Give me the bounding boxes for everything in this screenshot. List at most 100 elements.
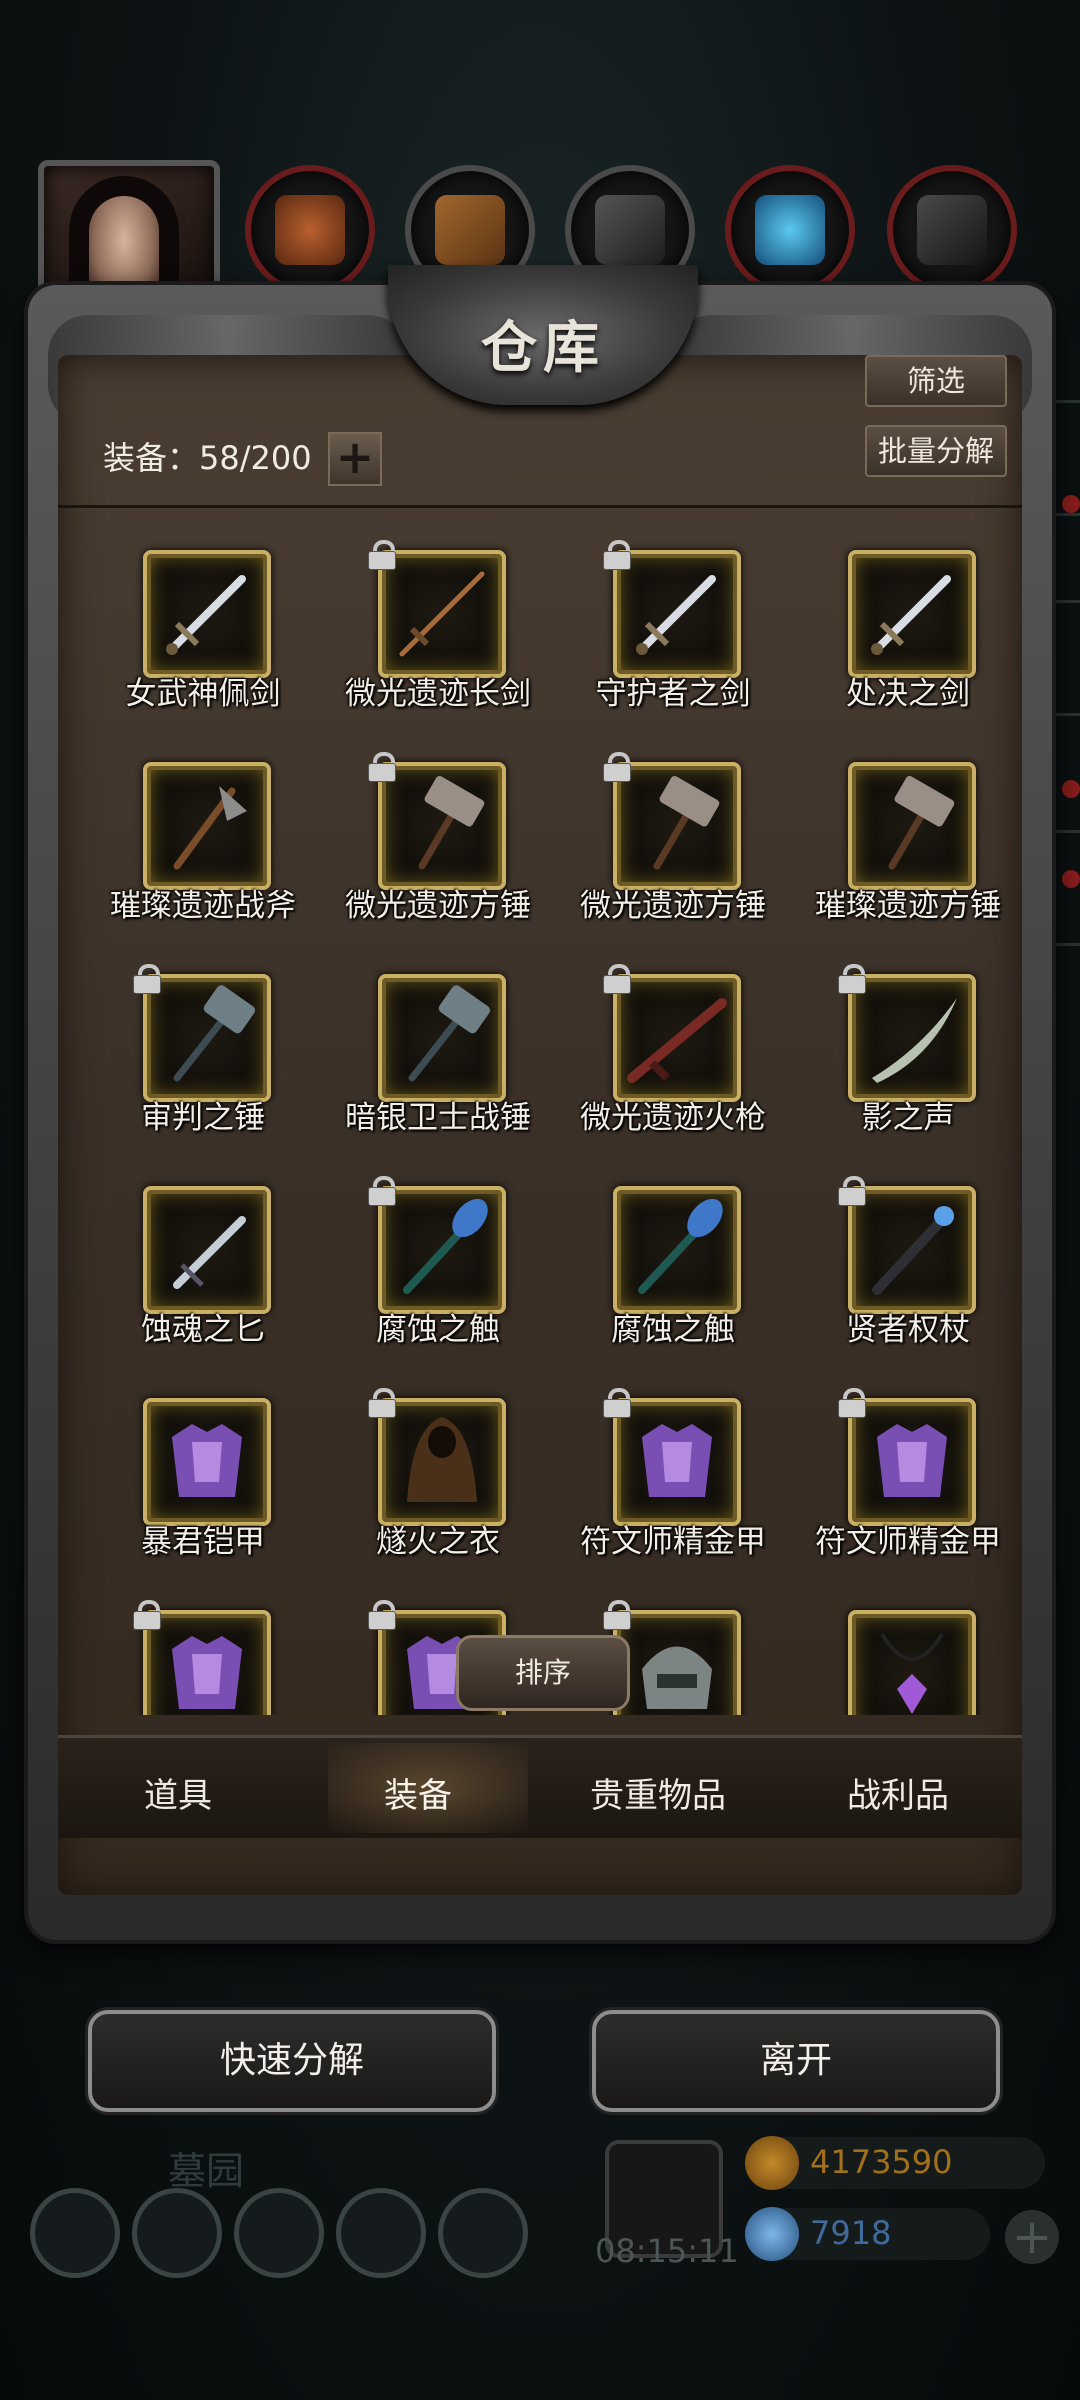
item-slot[interactable] <box>143 550 271 678</box>
item-name: 微光遗迹火枪 <box>580 1100 766 1136</box>
lock-icon <box>368 1600 396 1630</box>
item-slot[interactable] <box>613 550 741 678</box>
inventory-item[interactable]: 审判之锤 <box>88 964 318 1184</box>
item-slot[interactable] <box>378 1398 506 1526</box>
item-name: 符文师精金甲 <box>580 1524 766 1560</box>
item-slot[interactable] <box>848 1398 976 1526</box>
item-slot[interactable] <box>143 1186 271 1314</box>
inventory-item[interactable]: 微光遗迹方锤 <box>558 752 788 972</box>
armor-icon <box>172 1636 242 1709</box>
inventory-item[interactable]: 腐蚀之触 <box>558 1186 788 1396</box>
axe-icon <box>173 786 247 870</box>
inventory-item[interactable]: 燧火之衣 <box>323 1388 553 1608</box>
lock-icon <box>838 1388 866 1418</box>
item-slot[interactable] <box>613 762 741 890</box>
tab-items[interactable]: 道具 <box>58 1768 298 1817</box>
inventory-item[interactable]: 暴君铠甲 <box>88 1398 318 1608</box>
item-name: 腐蚀之触 <box>376 1312 500 1348</box>
leave-button[interactable]: 离开 <box>592 2010 1000 2112</box>
pendant-icon <box>880 1632 944 1714</box>
tab-valuables[interactable]: 贵重物品 <box>538 1768 778 1817</box>
item-slot[interactable] <box>378 1186 506 1314</box>
inventory-item[interactable]: 符文师精金甲 <box>88 1600 318 1715</box>
add-gems-button[interactable]: + <box>1005 2210 1059 2264</box>
item-slot[interactable] <box>848 1186 976 1314</box>
inventory-item[interactable]: 影之声 <box>793 964 1022 1184</box>
crystal-icon <box>755 195 825 265</box>
cloak-icon <box>407 1417 477 1502</box>
warhammer-icon <box>408 985 491 1082</box>
inventory-item[interactable]: 处决之剑 <box>793 550 1022 760</box>
item-name: 暗银卫士战锤 <box>345 1100 531 1136</box>
mail-icon[interactable] <box>336 2188 426 2278</box>
item-slot[interactable] <box>378 550 506 678</box>
tab-loot[interactable]: 战利品 <box>778 1768 1018 1817</box>
item-slot[interactable] <box>143 1610 271 1715</box>
cube-icon[interactable] <box>438 2188 528 2278</box>
inventory-item[interactable]: 微光遗迹长剑 <box>323 540 553 760</box>
item-name: 微光遗迹长剑 <box>345 676 531 712</box>
guild-icon[interactable] <box>234 2188 324 2278</box>
notification-dot <box>1062 780 1080 798</box>
blade-icon <box>872 998 957 1083</box>
sword-icon <box>871 575 951 655</box>
inventory-item[interactable]: 符文师精金甲 <box>558 1388 788 1608</box>
settings-icon[interactable] <box>30 2188 120 2278</box>
sword-icon <box>166 575 246 655</box>
tab-equipment[interactable]: 装备 <box>298 1768 538 1817</box>
inventory-item[interactable]: 蚀魂之匕 <box>88 1186 318 1396</box>
lock-icon <box>603 752 631 782</box>
dagger-icon <box>173 1216 246 1289</box>
inventory-item[interactable]: 守护者之剑 <box>558 540 788 760</box>
inventory-item[interactable]: 腐蚀之触 <box>323 1176 553 1396</box>
item-slot[interactable] <box>143 762 271 890</box>
inventory-item[interactable]: 微光遗迹方锤 <box>323 752 553 972</box>
crystal-resource-icon[interactable] <box>725 165 855 295</box>
divider <box>58 505 1022 508</box>
gem-icon <box>745 2207 799 2261</box>
batch-decompose-button[interactable]: 批量分解 <box>865 425 1007 477</box>
sword-icon <box>636 575 716 655</box>
wand-icon <box>403 1198 488 1294</box>
inventory-item[interactable]: 符文师精金甲 <box>793 1388 1022 1608</box>
item-slot[interactable] <box>848 550 976 678</box>
inventory-item[interactable]: 邪恶挂坠 <box>793 1610 1022 1715</box>
item-slot[interactable] <box>143 1398 271 1526</box>
item-slot[interactable] <box>613 1610 741 1715</box>
item-name: 微光遗迹方锤 <box>345 888 531 924</box>
wood-icon <box>435 195 505 265</box>
quick-decompose-button[interactable]: 快速分解 <box>88 2010 496 2112</box>
location-label: 墓园 <box>168 2149 245 2193</box>
steel-resource-icon[interactable] <box>887 165 1017 295</box>
gold-amount: 4173590 <box>810 2143 953 2181</box>
lock-icon <box>838 1176 866 1206</box>
item-name: 璀璨遗迹方锤 <box>815 888 1001 924</box>
filter-button[interactable]: 筛选 <box>865 355 1007 407</box>
inventory-item[interactable]: 璀璨遗迹战斧 <box>88 762 318 972</box>
item-slot[interactable] <box>848 974 976 1102</box>
item-slot[interactable] <box>613 1398 741 1526</box>
item-slot[interactable] <box>848 1610 976 1715</box>
gem-amount: 7918 <box>810 2214 892 2252</box>
item-slot[interactable] <box>378 762 506 890</box>
equipment-count: 装备：58/200 <box>103 439 312 477</box>
leather-resource-icon[interactable] <box>245 165 375 295</box>
inventory-item[interactable]: 微光遗迹火枪 <box>558 964 788 1184</box>
item-name: 璀璨遗迹战斧 <box>110 888 296 924</box>
steel-icon <box>917 195 987 265</box>
iron-ingot-icon <box>595 195 665 265</box>
inventory-item[interactable]: 女武神佩剑 <box>88 550 318 760</box>
item-slot[interactable] <box>143 974 271 1102</box>
item-slot[interactable] <box>613 1186 741 1314</box>
inventory-item[interactable]: 暗银卫士战锤 <box>323 974 553 1184</box>
item-slot[interactable] <box>378 974 506 1102</box>
sort-button[interactable]: 排序 <box>456 1635 630 1711</box>
inventory-item[interactable]: 璀璨遗迹方锤 <box>793 762 1022 972</box>
item-slot[interactable] <box>613 974 741 1102</box>
star-icon[interactable] <box>132 2188 222 2278</box>
expand-capacity-button[interactable]: + <box>328 432 382 486</box>
helmet-icon <box>642 1646 712 1709</box>
inventory-item[interactable]: 贤者权杖 <box>793 1176 1022 1396</box>
item-slot[interactable] <box>848 762 976 890</box>
gem-resource: 7918 <box>745 2207 990 2261</box>
